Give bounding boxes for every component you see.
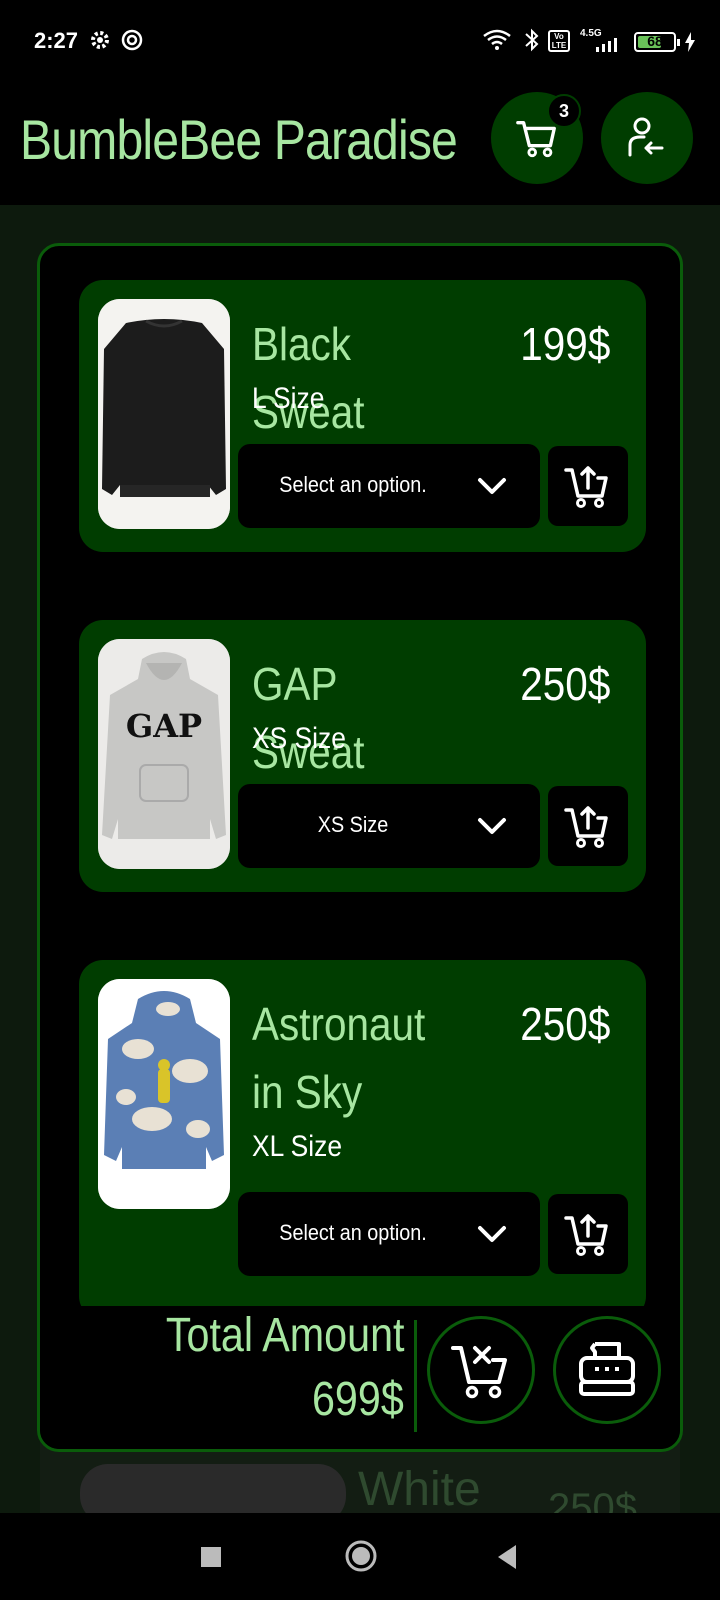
battery-icon: 68 — [634, 32, 680, 52]
size-select-value: XS Size — [317, 812, 389, 837]
chevron-down-icon — [478, 818, 506, 834]
item-size: XL Size — [252, 1130, 343, 1163]
item-title: GAP Sweat — [252, 658, 365, 778]
item-title: Black Sweat — [252, 318, 365, 438]
size-select-value: Select an option. — [279, 472, 427, 497]
battery-percentage: 68 — [647, 33, 663, 49]
background-product-title: White — [358, 1463, 481, 1516]
cart-total-bar: Total Amount 699$ — [40, 1306, 680, 1449]
item-price: 199$ — [519, 318, 610, 370]
cart-item: GAP GAP Sweat 250$ XS Size XS Size — [79, 620, 646, 892]
cart-upload-icon — [564, 1214, 608, 1256]
system-navigation-bar — [0, 1513, 720, 1600]
update-cart-button[interactable] — [548, 786, 628, 866]
home-circle-icon[interactable] — [344, 1539, 378, 1573]
bluetooth-icon — [525, 28, 539, 52]
signal-strength-icon — [596, 38, 617, 52]
cart-count-badge: 3 — [547, 94, 581, 128]
item-size: L Size — [252, 382, 325, 415]
cart-dialog: Black Sweat 199$ L Size Select an option… — [37, 243, 683, 1452]
wifi-icon — [483, 29, 511, 50]
product-image-black-sweat — [98, 299, 230, 529]
size-select-dropdown[interactable]: XS Size — [238, 784, 540, 868]
total-amount-value: 699$ — [312, 1373, 404, 1426]
account-logout-icon — [628, 117, 664, 157]
update-cart-button[interactable] — [548, 446, 628, 526]
update-cart-button[interactable] — [548, 1194, 628, 1274]
app-title: BumbleBee Paradise — [20, 108, 458, 171]
chevron-down-icon — [478, 478, 506, 494]
chevron-down-icon — [478, 1226, 506, 1242]
cart-remove-icon — [451, 1346, 507, 1399]
cart-button[interactable]: 3 — [491, 92, 583, 184]
size-select-dropdown[interactable]: Select an option. — [238, 444, 540, 528]
total-amount-label: Total Amount — [165, 1309, 404, 1362]
volte-icon: Vo LTE — [548, 30, 570, 52]
back-triangle-icon[interactable] — [496, 1544, 518, 1570]
item-price: 250$ — [519, 998, 610, 1050]
battery-cap — [677, 39, 680, 46]
size-select-value: Select an option. — [279, 1220, 427, 1245]
size-select-dropdown[interactable]: Select an option. — [238, 1192, 540, 1276]
status-time: 2:27 — [34, 28, 79, 53]
status-bar: 2:27 Vo LTE 4.5G 68 — [0, 0, 720, 82]
product-image-gap-sweat: GAP — [98, 639, 230, 869]
charging-bolt-icon — [685, 32, 695, 52]
app-bar: BumbleBee Paradise 3 — [0, 82, 720, 205]
total-divider — [414, 1320, 417, 1432]
account-logout-button[interactable] — [601, 92, 693, 184]
recent-apps-square-icon[interactable] — [200, 1546, 222, 1568]
at-sign-icon — [121, 29, 143, 51]
svg-text:GAP: GAP — [126, 707, 202, 745]
checkout-button[interactable] — [553, 1316, 661, 1424]
cart-item: Black Sweat 199$ L Size Select an option… — [79, 280, 646, 552]
settings-gear-icon — [91, 31, 109, 49]
product-image-astronaut-in-sky — [98, 979, 230, 1209]
cart-upload-icon — [564, 466, 608, 508]
cart-item-list[interactable]: Black Sweat 199$ L Size Select an option… — [40, 246, 680, 1306]
cash-register-icon — [579, 1342, 635, 1396]
item-size: XS Size — [252, 722, 346, 755]
clear-cart-button[interactable] — [427, 1316, 535, 1424]
cart-upload-icon — [564, 806, 608, 848]
item-price: 250$ — [519, 658, 610, 710]
cart-item: Astronaut in Sky 250$ XL Size Select an … — [79, 960, 646, 1306]
item-title: Astronaut in Sky — [252, 998, 426, 1118]
